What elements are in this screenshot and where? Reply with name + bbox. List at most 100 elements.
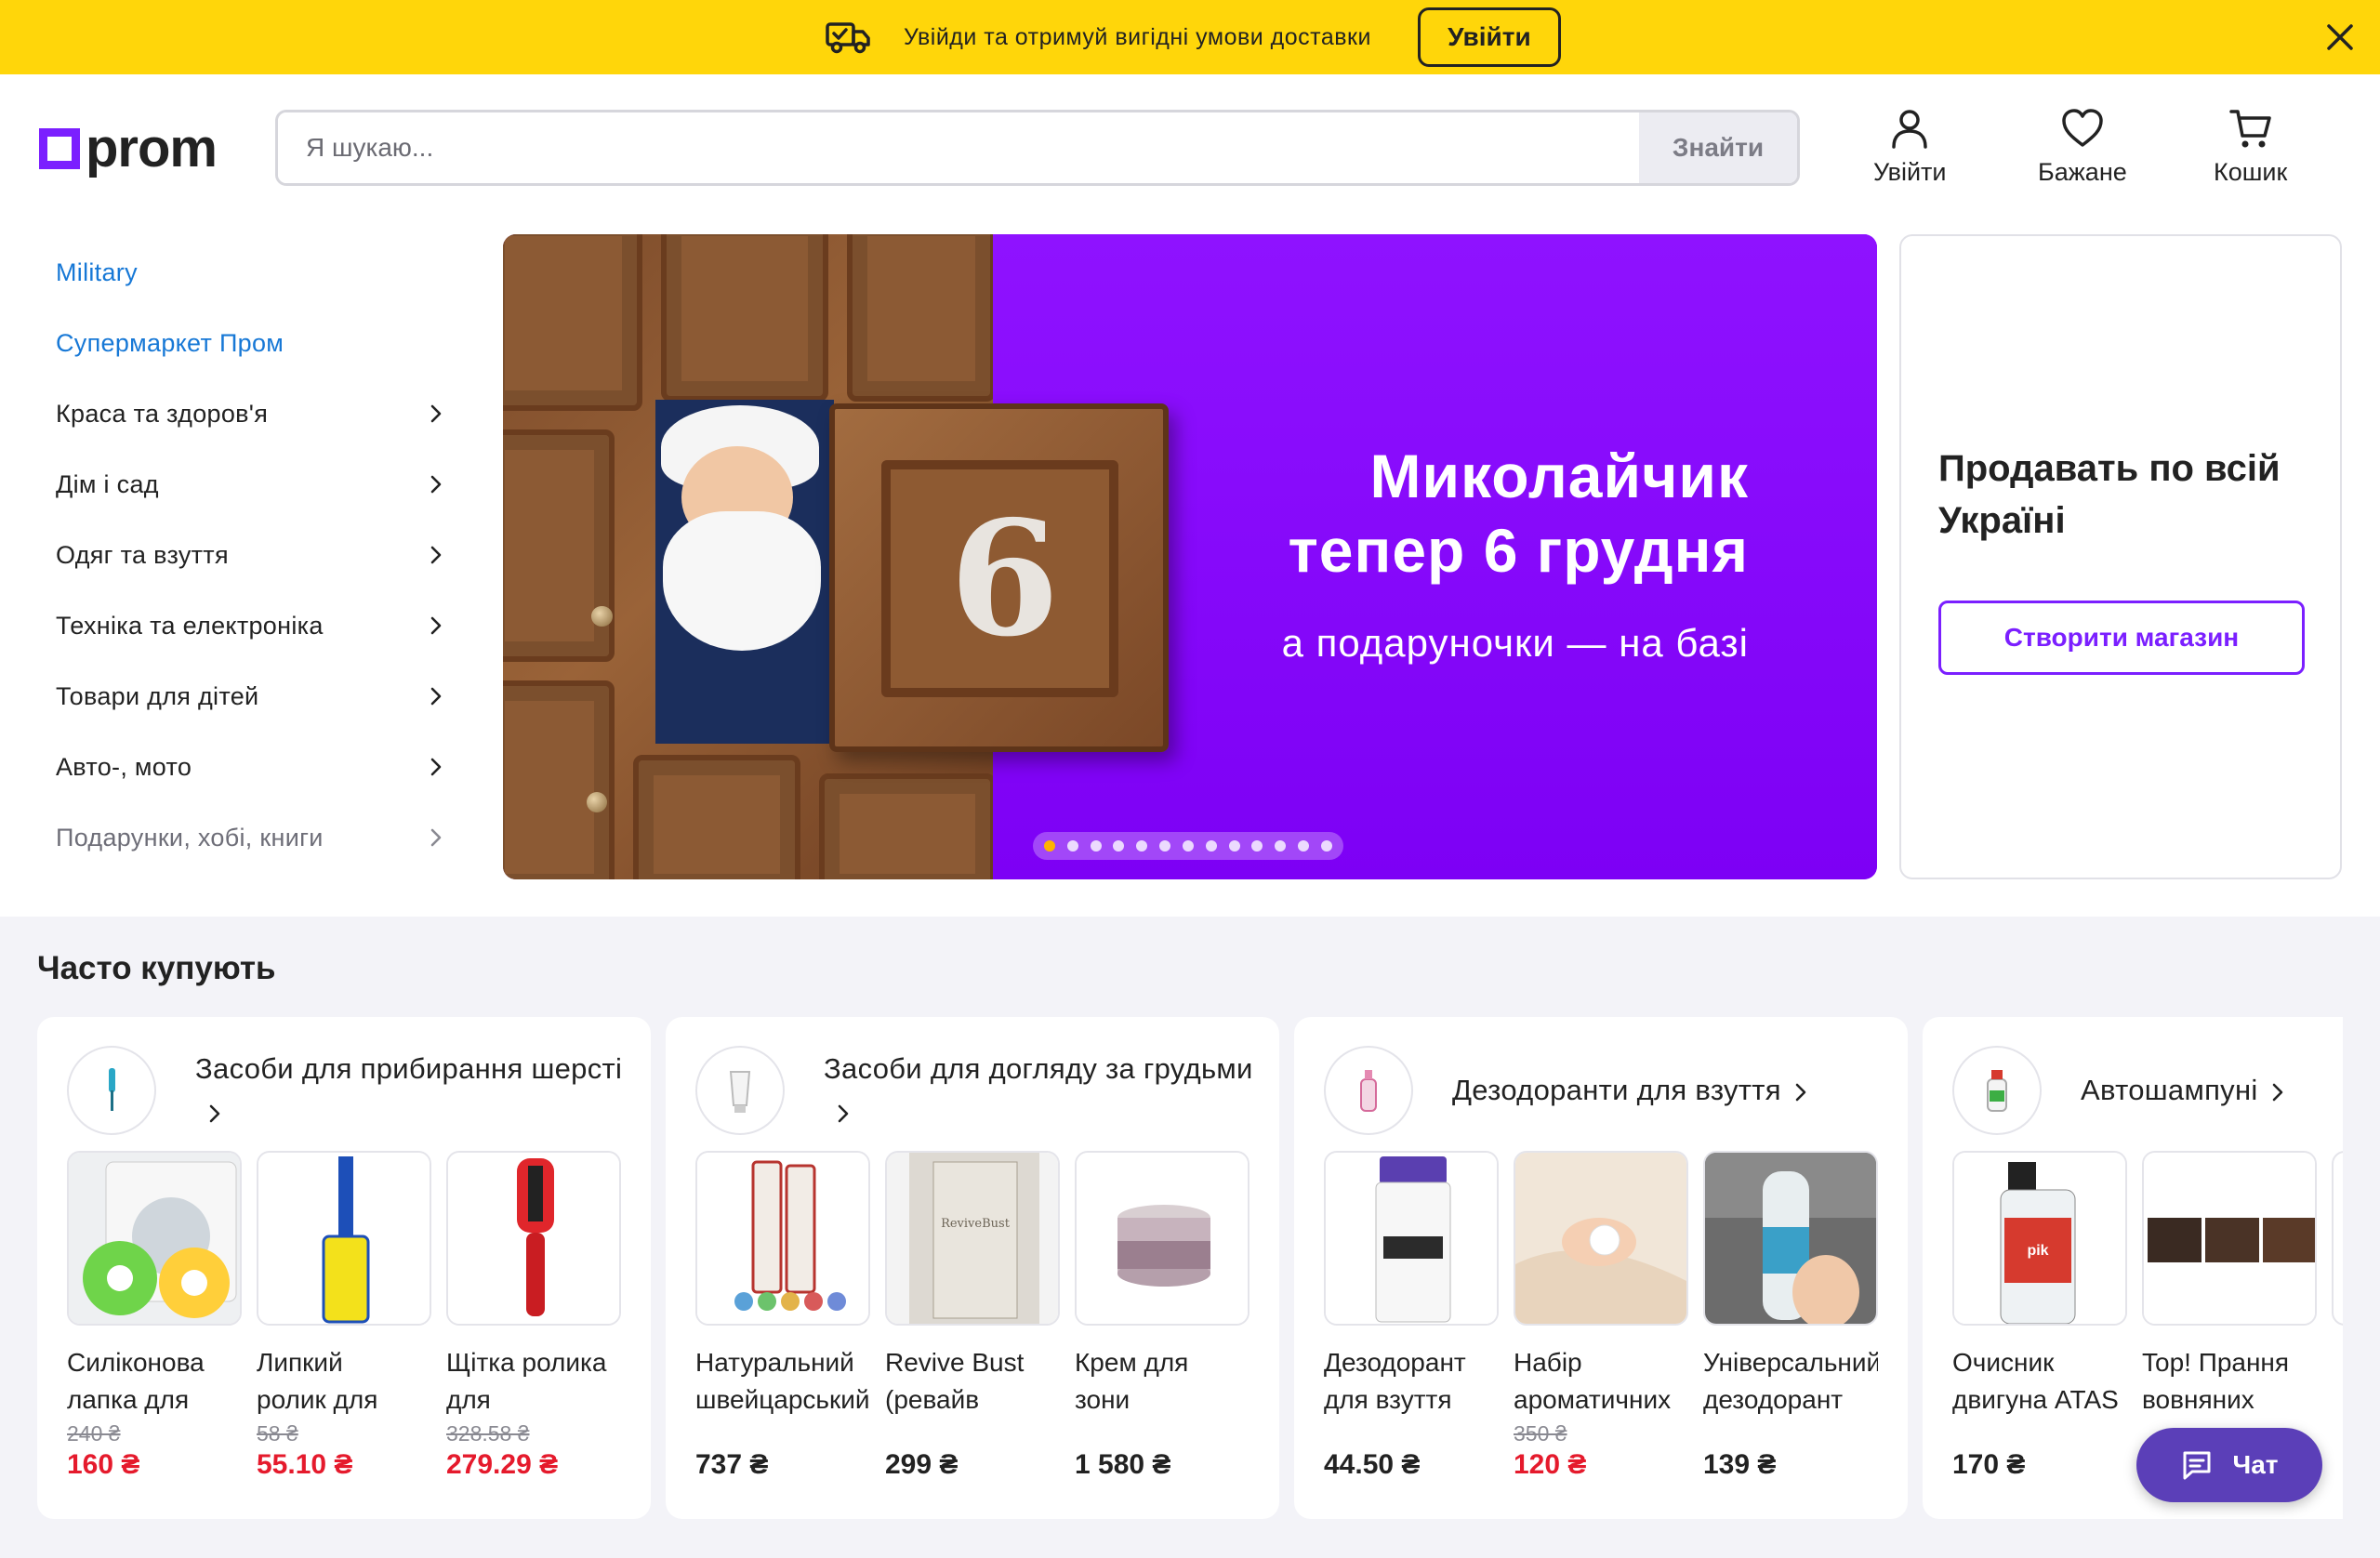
product-old-price: 328.58 ₴ bbox=[446, 1421, 530, 1446]
prom-logo[interactable]: prom bbox=[39, 121, 218, 177]
category-item-gifts[interactable]: Подарунки, хобі, книги bbox=[56, 814, 446, 861]
category-label: Супермаркет Пром bbox=[56, 328, 284, 357]
carousel-dot[interactable] bbox=[1275, 840, 1287, 852]
category-card-title: Засоби для прибирання шерсті bbox=[195, 1048, 625, 1133]
category-card-title: Автошампуні bbox=[2081, 1069, 2288, 1112]
logo-mark-icon bbox=[39, 128, 80, 169]
chevron-right-icon bbox=[430, 475, 442, 494]
chevron-right-icon bbox=[430, 687, 442, 706]
hero-title-line1: Миколайчик bbox=[1369, 442, 1749, 510]
category-card-header[interactable]: Автошампуні bbox=[1952, 1045, 2343, 1136]
product-tile[interactable]: Набір ароматичних 350 ₴ 120 ₴ bbox=[1514, 1151, 1688, 1484]
carousel-dot[interactable] bbox=[1228, 840, 1240, 852]
product-tile[interactable]: Натуральний швейцарський 737 ₴ bbox=[695, 1151, 870, 1484]
login-action[interactable]: Увійти bbox=[1873, 106, 1947, 187]
product-price: 55.10 ₴ bbox=[257, 1449, 353, 1480]
product-name: Крем для зони bbox=[1075, 1348, 1189, 1414]
product-tile[interactable]: Силіконова лапка для 240 ₴ 160 ₴ bbox=[67, 1151, 242, 1484]
carousel-dot[interactable] bbox=[1320, 840, 1332, 852]
carousel-dot[interactable] bbox=[1298, 840, 1310, 852]
category-item-beauty[interactable]: Краса та здоров'я bbox=[56, 390, 446, 437]
carousel-dot[interactable] bbox=[1159, 840, 1171, 852]
product-name: Універсальний дезодорант bbox=[1703, 1348, 1878, 1414]
category-item-electronics[interactable]: Техніка та електроніка bbox=[56, 602, 446, 649]
category-label: Техніка та електроніка bbox=[56, 611, 324, 640]
product-tile[interactable]: Липкий ролик для 58 ₴ 55.10 ₴ bbox=[257, 1151, 431, 1484]
chat-button[interactable]: Чат bbox=[2136, 1428, 2322, 1502]
category-card-title: Дезодоранти для взуття bbox=[1452, 1069, 1811, 1112]
carousel-dot[interactable] bbox=[1136, 840, 1148, 852]
cart-icon bbox=[2228, 110, 2271, 148]
product-tile[interactable]: pik Очисник двигуна ATAS 170 ₴ bbox=[1952, 1151, 2127, 1484]
product-tile[interactable]: Дезодорант для взуття 44.50 ₴ bbox=[1324, 1151, 1499, 1484]
cream-jar-image bbox=[1075, 1151, 1250, 1326]
hero-subtitle: а подаруночки — на базі bbox=[1281, 621, 1749, 665]
promo-banner-text: Увійди та отримуй вигідні умови доставки bbox=[904, 23, 1371, 50]
product-tile[interactable]: Універсальний дезодорант 139 ₴ bbox=[1703, 1151, 1878, 1484]
category-item-auto[interactable]: Авто-, мото bbox=[56, 744, 446, 790]
cart-action[interactable]: Кошик bbox=[2214, 106, 2287, 187]
chevron-right-icon bbox=[2272, 1083, 2282, 1102]
category-card-header[interactable]: Засоби для прибирання шерсті bbox=[67, 1045, 625, 1136]
product-old-price bbox=[1703, 1420, 1878, 1446]
hero-banner[interactable]: 6 Миколайчик тепер 6 грудня а подаруночк… bbox=[503, 234, 1877, 879]
sell-card: Продавать по всій Україні Створити магаз… bbox=[1899, 234, 2342, 879]
product-name: Натуральний швейцарський bbox=[695, 1348, 870, 1414]
carousel-dot[interactable] bbox=[1205, 840, 1217, 852]
product-tile[interactable]: ReviveBust Revive Bust (ревайв 299 ₴ bbox=[885, 1151, 1060, 1484]
chevron-right-icon bbox=[430, 758, 442, 776]
category-item-clothing[interactable]: Одяг та взуття bbox=[56, 532, 446, 578]
carousel-dots bbox=[1033, 832, 1343, 860]
category-label: Подарунки, хобі, книги bbox=[56, 823, 324, 852]
car-shampoo-icon bbox=[1952, 1046, 2042, 1135]
category-item-home-garden[interactable]: Дім і сад bbox=[56, 461, 446, 508]
wishlist-action-label: Бажане bbox=[2038, 158, 2127, 186]
hero-title: Миколайчик тепер 6 грудня bbox=[1005, 439, 1749, 588]
product-tile[interactable]: Щітка ролика для 328.58 ₴ 279.29 ₴ bbox=[446, 1151, 621, 1484]
product-price: 299 ₴ bbox=[885, 1449, 959, 1480]
promo-banner-content: Увійди та отримуй вигідні умови доставки… bbox=[826, 7, 1561, 67]
wishlist-action[interactable]: Бажане bbox=[2038, 106, 2127, 187]
category-card-title: Засоби для догляду за грудьми bbox=[824, 1048, 1253, 1133]
category-label: Дім і сад bbox=[56, 469, 159, 498]
promo-banner: Увійди та отримуй вигідні умови доставки… bbox=[0, 0, 2380, 74]
product-price: 737 ₴ bbox=[695, 1449, 769, 1480]
promo-login-button[interactable]: Увійти bbox=[1417, 7, 1561, 67]
create-shop-button[interactable]: Створити магазин bbox=[1938, 601, 2305, 675]
often-bought-carousel: Засоби для прибирання шерсті Силіконова л… bbox=[37, 1017, 2343, 1519]
sell-title: Продавать по всій Україні bbox=[1938, 448, 2281, 541]
search-button[interactable]: Знайти bbox=[1639, 112, 1797, 183]
product-name: Очисник двигуна ATAS bbox=[1952, 1348, 2119, 1414]
product-old-price: 350 ₴ bbox=[1514, 1421, 1567, 1446]
search-input[interactable] bbox=[278, 112, 1639, 183]
carousel-dot[interactable] bbox=[1090, 840, 1102, 852]
product-tile[interactable]: Top! Прання вовняних bbox=[2142, 1151, 2317, 1446]
product-price: 1 580 ₴ bbox=[1075, 1449, 1171, 1480]
carousel-dot[interactable] bbox=[1066, 840, 1078, 852]
category-card-header[interactable]: Дезодоранти для взуття bbox=[1324, 1045, 1882, 1136]
chevron-right-icon bbox=[209, 1104, 220, 1123]
product-name: Липкий ролик для bbox=[257, 1348, 378, 1414]
category-card: Засоби для прибирання шерсті Силіконова л… bbox=[37, 1017, 651, 1519]
close-icon[interactable] bbox=[2321, 19, 2359, 56]
product-tile[interactable]: Крем для зони 1 580 ₴ bbox=[1075, 1151, 1250, 1484]
category-item-supermarket[interactable]: Супермаркет Пром bbox=[56, 320, 446, 366]
category-item-military[interactable]: Military bbox=[56, 249, 446, 296]
product-price: 120 ₴ bbox=[1514, 1449, 1587, 1480]
carousel-dot[interactable] bbox=[1182, 840, 1194, 852]
aroma-balls-image bbox=[1514, 1151, 1688, 1326]
partial-product-image bbox=[2332, 1151, 2343, 1326]
carousel-dot[interactable] bbox=[1251, 840, 1263, 852]
site-header: prom Знайти Увійти Бажане Кошик bbox=[0, 74, 2380, 232]
category-item-kids[interactable]: Товари для дітей bbox=[56, 673, 446, 720]
product-tile[interactable] bbox=[2332, 1151, 2343, 1326]
carousel-dot[interactable] bbox=[1044, 840, 1055, 852]
cream-tube-icon bbox=[695, 1046, 785, 1135]
product-name: Щітка ролика для bbox=[446, 1348, 607, 1414]
spray-bottle-icon bbox=[1324, 1046, 1413, 1135]
category-label: Military bbox=[56, 257, 138, 286]
product-old-price bbox=[1075, 1420, 1250, 1446]
carousel-dot[interactable] bbox=[1113, 840, 1125, 852]
category-label: Краса та здоров'я bbox=[56, 399, 269, 428]
category-card-header[interactable]: Засоби для догляду за грудьми bbox=[695, 1045, 1253, 1136]
